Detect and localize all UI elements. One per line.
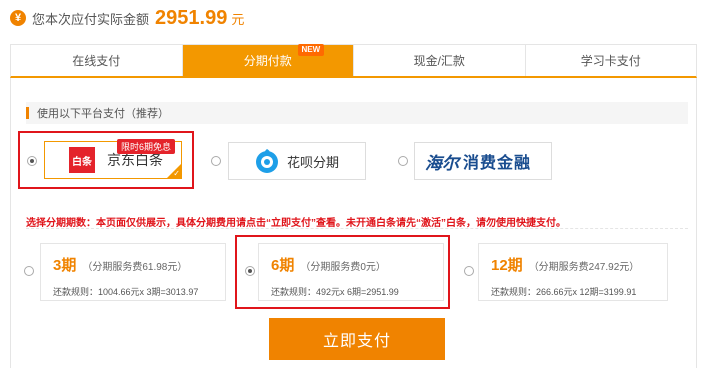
plan-period: 12期 [491,257,523,274]
plan-rule: 还款规则：1004.66元x 3期=3013.97 [53,287,199,297]
section-marker [26,107,29,119]
divider [26,228,688,229]
plan-12-period[interactable]: 12期 （分期服务费247.92元） 还款规则：266.66元x 12期=319… [478,243,668,301]
plan-fee: （分期服务费247.92元） [528,262,640,273]
huabei-logo-icon [256,149,278,173]
amount-value: 2951.99 [155,6,228,29]
tab-installment[interactable]: 分期付款 NEW [182,44,354,76]
amount-unit: 元 [231,11,245,27]
platform-section-header: 使用以下平台支付（推荐） [26,102,688,124]
plan-rule: 还款规则：492元x 6期=2951.99 [271,287,399,297]
check-icon: ✓ [173,169,180,178]
platform-name: 花呗分期 [287,154,340,170]
new-badge: NEW [297,44,325,56]
plan-6-period[interactable]: 6期 （分期服务费0元） 还款规则：492元x 6期=2951.99 [258,243,444,301]
platform-huabei[interactable]: 花呗分期 [228,142,366,180]
plan-fee: （分期服务费61.98元） [82,262,188,273]
haier-finance-logo: 海尔 消费金融 [425,153,532,174]
plan-period: 3期 [53,257,77,274]
radio-plan-6[interactable] [245,266,255,276]
radio-huabei[interactable] [211,156,221,166]
tab-cash-remittance[interactable]: 现金/汇款 [354,45,526,76]
payment-method-tabs: 在线支付 分期付款 NEW 现金/汇款 学习卡支付 [10,44,697,78]
amount-summary: ¥ 您本次应付实际金额 2951.99 元 [10,6,244,30]
yen-icon: ¥ [10,10,26,26]
plan-3-period[interactable]: 3期 （分期服务费61.98元） 还款规则：1004.66元x 3期=3013.… [40,243,226,301]
radio-haier-finance[interactable] [398,156,408,166]
plan-period: 6期 [271,257,295,274]
platform-section-title: 使用以下平台支付（推荐） [37,108,169,120]
pay-now-button[interactable]: 立即支付 [269,318,445,360]
installment-notice: 选择分期期数：本页面仅供展示，具体分期费用请点击“立即支付”查看。未开通白条请先… [26,214,566,229]
platform-haier-finance[interactable]: 海尔 消费金融 [414,142,552,180]
radio-plan-3[interactable] [24,266,34,276]
platform-jd-baitiao[interactable]: 白条 京东白条 限时6期免息 ✓ [44,139,182,179]
tab-study-card[interactable]: 学习卡支付 [525,45,696,76]
amount-label: 您本次应付实际金额 [32,11,150,27]
baitiao-logo: 白条 [69,147,95,173]
plan-rule: 还款规则：266.66元x 12期=3199.91 [491,287,637,297]
plan-fee: （分期服务费0元） [300,262,386,273]
radio-jd-baitiao[interactable] [27,156,37,166]
radio-plan-12[interactable] [464,266,474,276]
promo-tag: 限时6期免息 [116,139,175,154]
tab-online-payment[interactable]: 在线支付 [11,45,183,76]
